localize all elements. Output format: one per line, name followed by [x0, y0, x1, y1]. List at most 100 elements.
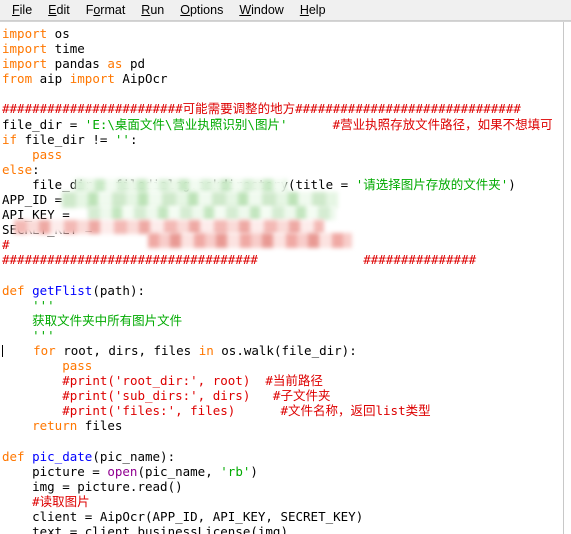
code-token: (pic_name,: [137, 463, 221, 479]
code-token: files: [77, 418, 123, 434]
code-token: os.walk(file_dir):: [213, 342, 357, 358]
code-line[interactable]: [2, 434, 564, 449]
menu-options[interactable]: Options: [172, 1, 231, 19]
code-token: :: [129, 131, 138, 147]
code-line[interactable]: text = client.businessLicense(img): [2, 524, 564, 534]
code-line[interactable]: ########################可能需要调整的地方#######…: [2, 101, 564, 116]
code-token: def: [2, 282, 25, 298]
code-token: ###############: [363, 252, 477, 268]
code-line[interactable]: from aip import AipOcr: [2, 71, 564, 86]
menu-help[interactable]: Help: [292, 1, 334, 19]
code-token: #print('root_dir:', root) #当前路径: [62, 373, 323, 389]
menu-edit[interactable]: Edit: [40, 1, 78, 19]
code-line[interactable]: #: [2, 237, 564, 252]
code-token: ''': [2, 327, 55, 343]
code-line[interactable]: import pandas as pd: [2, 56, 564, 71]
code-line[interactable]: return files: [2, 418, 564, 433]
code-line[interactable]: img = picture.read(): [2, 479, 564, 494]
code-line[interactable]: pass: [2, 147, 564, 162]
code-line[interactable]: for root, dirs, files in os.walk(file_di…: [2, 343, 564, 358]
code-token: '': [114, 131, 130, 147]
code-token: #print('sub_dirs:', dirs) #子文件夹: [62, 388, 331, 404]
code-line[interactable]: #print('root_dir:', root) #当前路径: [2, 373, 564, 388]
code-line[interactable]: import os: [2, 26, 564, 41]
code-line[interactable]: def pic_date(pic_name):: [2, 449, 564, 464]
code-token: (pic_name):: [92, 448, 176, 464]
code-token: import: [69, 71, 115, 87]
menu-file[interactable]: File: [4, 1, 40, 19]
code-token: import: [2, 41, 48, 57]
code-line[interactable]: picture = open(pic_name, 'rb'): [2, 464, 564, 479]
editor-area: import os import time import pandas as pd f…: [0, 21, 571, 534]
code-token: 'E:\桌面文件\营业执照识别\图片': [84, 116, 288, 132]
code-line[interactable]: 获取文件夹中所有图片文件: [2, 313, 564, 328]
code-line[interactable]: def getFlist(path):: [2, 283, 564, 298]
code-token: return: [32, 418, 78, 434]
code-text-area[interactable]: import os import time import pandas as pd f…: [0, 22, 564, 534]
code-line[interactable]: #读取图片: [2, 494, 564, 509]
code-token: if: [2, 131, 18, 147]
code-line[interactable]: pass: [2, 358, 564, 373]
code-line[interactable]: ################################## #####…: [2, 252, 564, 267]
vertical-scrollbar[interactable]: [563, 22, 571, 534]
menu-window[interactable]: Window: [231, 1, 291, 19]
code-line[interactable]: #print('files:', files) #文件名称，返回list类型: [2, 403, 564, 418]
code-line[interactable]: #print('sub_dirs:', dirs) #子文件夹: [2, 388, 564, 403]
code-token: def: [2, 448, 25, 464]
source-code[interactable]: import os import time import pandas as pd f…: [0, 22, 564, 534]
code-line[interactable]: file_dir = 'E:\桌面文件\营业执照识别\图片' #营业执照存放文件…: [2, 117, 564, 132]
code-token: for: [33, 342, 56, 358]
code-token: pd: [122, 56, 146, 72]
code-line[interactable]: else:: [2, 162, 564, 177]
menu-format[interactable]: Format: [78, 1, 134, 19]
code-token: #print('files:', files) #文件名称，返回list类型: [62, 403, 431, 419]
code-token: text = client.businessLicense(img): [2, 524, 288, 534]
menu-bar: File Edit Format Run Options Window Help: [0, 0, 571, 21]
code-line[interactable]: API_KEY =: [2, 207, 564, 222]
code-token: #: [2, 237, 10, 253]
code-token: 获取文件夹中所有图片文件: [2, 312, 183, 328]
code-token: as: [107, 56, 123, 72]
code-token: from: [2, 71, 33, 87]
code-token: import: [2, 56, 48, 72]
code-token: '请选择图片存放的文件夹': [355, 176, 509, 192]
code-token: root, dirs, files: [55, 342, 199, 358]
code-token: aip: [32, 71, 70, 87]
menu-run[interactable]: Run: [133, 1, 172, 19]
code-token: file_dir = filedialog.askdirectory(title…: [2, 176, 356, 192]
code-token: ''': [32, 297, 55, 313]
idle-editor-window: File Edit Format Run Options Window Help impor…: [0, 0, 571, 534]
code-token: pass: [32, 146, 63, 162]
code-token: ): [250, 463, 258, 479]
code-token: :: [32, 161, 40, 177]
code-line[interactable]: file_dir = filedialog.askdirectory(title…: [2, 177, 564, 192]
code-token: client = AipOcr(APP_ID, API_KEY, SECRET_…: [2, 509, 364, 524]
code-line[interactable]: client = AipOcr(APP_ID, API_KEY, SECRET_…: [2, 509, 564, 524]
code-line[interactable]: [2, 268, 564, 283]
code-line[interactable]: APP_ID =: [2, 192, 564, 207]
code-token: getFlist: [32, 282, 93, 298]
code-line[interactable]: SECRET_KEY =: [2, 222, 564, 237]
code-token: (path):: [92, 282, 146, 298]
code-token: img = picture.read(): [2, 478, 183, 494]
code-line[interactable]: ''': [2, 328, 564, 343]
code-line[interactable]: [2, 86, 564, 101]
code-token: picture =: [2, 463, 108, 479]
code-line[interactable]: if file_dir != '':: [2, 132, 564, 147]
code-line[interactable]: ''': [2, 298, 564, 313]
code-token: else: [2, 161, 33, 177]
code-token: open: [107, 463, 138, 479]
code-token: pandas: [47, 56, 108, 72]
code-token: SECRET_KEY =: [2, 222, 100, 238]
code-line[interactable]: import time: [2, 41, 564, 56]
code-token: import: [2, 26, 48, 41]
code-token: in: [198, 342, 214, 358]
